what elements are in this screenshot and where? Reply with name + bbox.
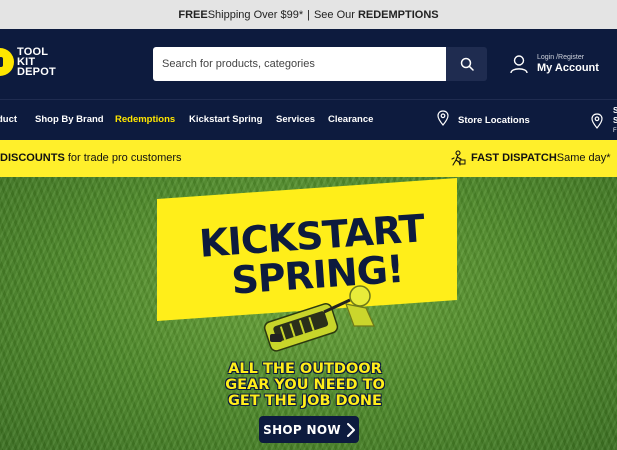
- search-bar: [153, 47, 487, 81]
- lawn-mower-illustration: [263, 285, 375, 352]
- location-pin-icon: [437, 110, 449, 126]
- tagline-line2: GEAR YOU NEED TO: [225, 377, 385, 393]
- shop-now-button[interactable]: SHOP NOW: [259, 416, 359, 443]
- store-cut-line2: S: [613, 116, 617, 125]
- discounts-label: DISCOUNTS: [0, 152, 65, 164]
- shop-now-label: SHOP NOW: [263, 422, 341, 437]
- separator: |: [307, 8, 310, 21]
- trade-discount-text: DISCOUNTS for trade pro customers: [0, 152, 182, 164]
- hero-tagline: ALL THE OUTDOOR GEAR YOU NEED TO GET THE…: [200, 361, 410, 409]
- store-info-link[interactable]: S S F: [591, 106, 617, 136]
- nav-item-clearance[interactable]: Clearance: [328, 114, 373, 125]
- store-locations-label: Store Locations: [458, 114, 530, 126]
- tagline-line1: ALL THE OUTDOOR: [228, 361, 382, 377]
- shipping-text: Shipping Over $99*: [207, 8, 304, 21]
- account-link[interactable]: Login /Register My Account: [509, 53, 599, 75]
- site-header: TOOL KIT DEPOT Login /Register My Accoun…: [0, 29, 617, 99]
- logo-line3: DEPOT: [17, 66, 56, 78]
- main-nav: duct Shop By Brand Redemptions Kickstart…: [0, 99, 617, 140]
- nav-item-services[interactable]: Services: [276, 114, 315, 125]
- search-input[interactable]: [153, 47, 446, 81]
- chevron-right-icon: [346, 422, 355, 437]
- logo-text: TOOL KIT DEPOT: [17, 47, 56, 78]
- store-cut-line1: S: [613, 106, 617, 115]
- my-account-label: My Account: [537, 62, 599, 74]
- nav-item-shop-by-brand[interactable]: Shop By Brand: [35, 114, 104, 125]
- delivery-person-icon: [451, 150, 466, 166]
- search-button[interactable]: [446, 47, 487, 81]
- fast-dispatch-text: FAST DISPATCH Same day*: [450, 150, 611, 166]
- hero-banner[interactable]: KICKSTART SPRING! ALL THE OUTDOOR GEAR Y…: [0, 177, 617, 450]
- promo-bar: DISCOUNTS for trade pro customers FAST D…: [0, 140, 617, 177]
- store-cut-line3: F: [613, 128, 617, 134]
- location-pin-icon-2: [591, 113, 603, 129]
- trade-pro-text: for trade pro customers: [64, 152, 182, 164]
- logo[interactable]: TOOL KIT DEPOT: [0, 47, 56, 78]
- tagline-line3: GET THE JOB DONE: [228, 393, 382, 409]
- nav-item-kickstart-spring[interactable]: Kickstart Spring: [189, 114, 262, 125]
- same-day-text: Same day*: [556, 152, 611, 164]
- user-icon: [510, 55, 528, 74]
- fast-dispatch-label: FAST DISPATCH: [471, 152, 557, 164]
- logo-icon: [0, 48, 14, 76]
- store-locations-link[interactable]: Store Locations: [437, 110, 530, 126]
- announcement-bar: FREE Shipping Over $99* | See Our REDEMP…: [0, 0, 617, 29]
- see-our-text: See Our: [313, 8, 355, 21]
- nav-item-redemptions[interactable]: Redemptions: [115, 114, 175, 125]
- redemptions-link[interactable]: REDEMPTIONS: [358, 9, 439, 21]
- free-label: FREE: [178, 8, 208, 21]
- nav-item-products[interactable]: duct: [0, 114, 17, 125]
- login-register-label: Login /Register: [537, 54, 585, 61]
- search-icon: [460, 57, 474, 71]
